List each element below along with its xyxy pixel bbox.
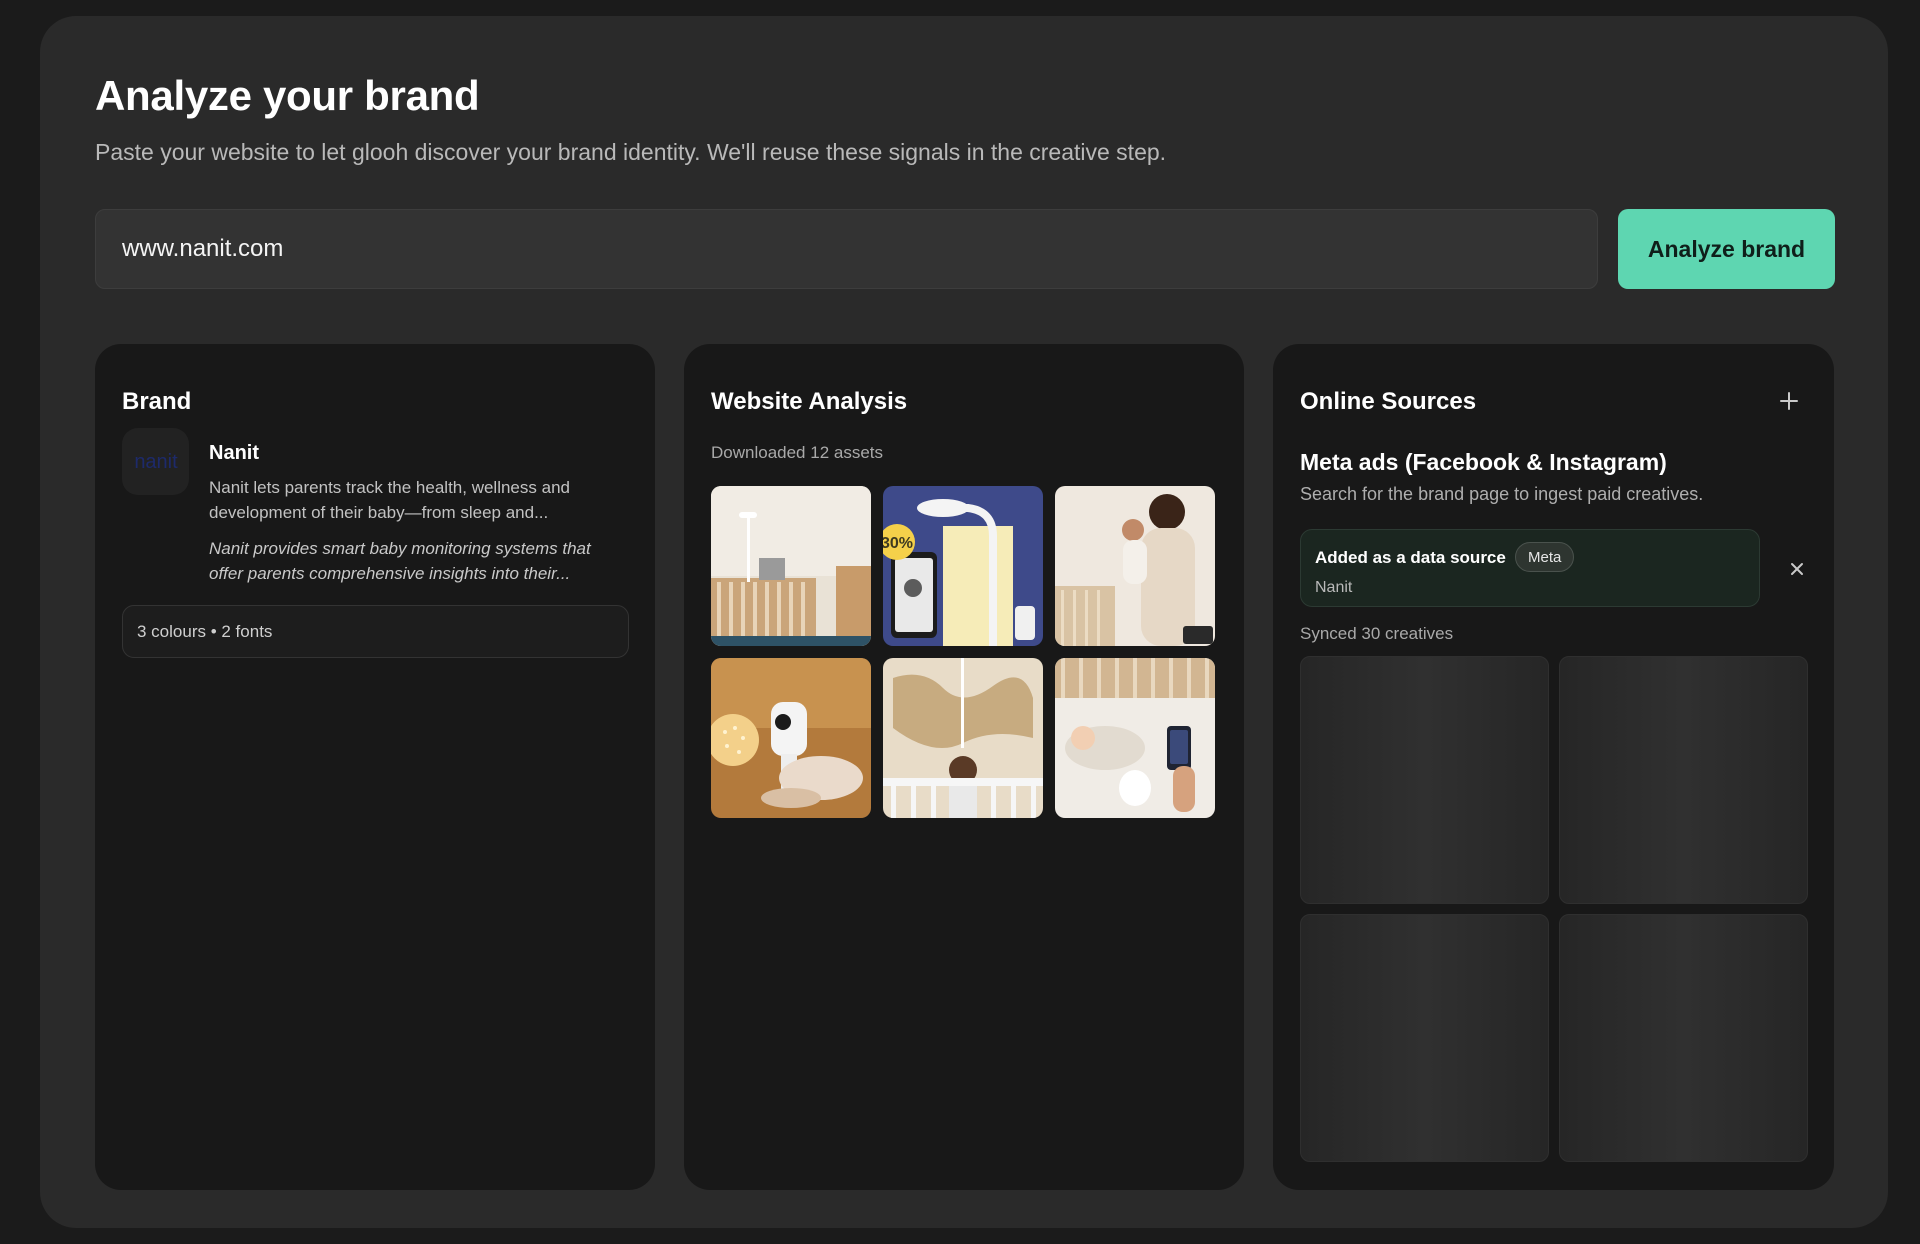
plus-icon bbox=[1780, 392, 1798, 410]
asset-thumbnail[interactable] bbox=[711, 658, 871, 818]
creative-placeholder[interactable] bbox=[1300, 914, 1549, 1162]
baby-in-crib-image bbox=[883, 658, 1043, 818]
creative-placeholder[interactable] bbox=[1559, 656, 1808, 904]
asset-grid: 30% bbox=[711, 486, 1215, 818]
nanit-logo-icon: nanit bbox=[134, 451, 178, 473]
nursery-crib-image bbox=[711, 486, 871, 646]
sleeping-baby-image bbox=[1055, 658, 1215, 818]
add-source-button[interactable] bbox=[1774, 386, 1804, 416]
page-subtitle: Paste your website to let glooh discover… bbox=[95, 139, 1167, 165]
data-source-name: Nanit bbox=[1315, 579, 1353, 596]
discount-badge-text: 30% bbox=[883, 535, 913, 552]
camera-night-light-image bbox=[711, 658, 871, 818]
meta-badge: Meta bbox=[1515, 542, 1575, 572]
meta-ads-subtitle: Search for the brand page to ingest paid… bbox=[1300, 484, 1704, 504]
close-icon bbox=[1791, 563, 1803, 575]
asset-thumbnail[interactable] bbox=[711, 486, 871, 646]
asset-thumbnail[interactable] bbox=[1055, 658, 1215, 818]
creative-placeholder[interactable] bbox=[1300, 656, 1549, 904]
asset-thumbnail[interactable] bbox=[883, 658, 1043, 818]
brand-logo-text: nanit bbox=[134, 451, 178, 473]
asset-thumbnail[interactable]: 30% bbox=[883, 486, 1043, 646]
brand-logo: nanit bbox=[122, 428, 189, 495]
parent-and-baby-image bbox=[1055, 486, 1215, 646]
website-analysis-panel: Website Analysis Downloaded 12 assets 30… bbox=[684, 344, 1244, 1190]
creative-grid bbox=[1300, 656, 1808, 1162]
synced-count: Synced 30 creatives bbox=[1300, 624, 1454, 643]
main-card: Analyze your brand Paste your website to… bbox=[40, 16, 1888, 1228]
camera-promo-image: 30% bbox=[883, 486, 1043, 646]
analyze-brand-button[interactable]: Analyze brand bbox=[1618, 209, 1835, 289]
brand-panel: Brand nanit Nanit Nanit lets parents tra… bbox=[95, 344, 655, 1190]
website-url-input[interactable] bbox=[95, 209, 1598, 289]
brand-stats-chip[interactable]: 3 colours • 2 fonts bbox=[122, 605, 629, 658]
creative-placeholder[interactable] bbox=[1559, 914, 1808, 1162]
brand-description: Nanit lets parents track the health, wel… bbox=[209, 478, 570, 522]
page-title: Analyze your brand bbox=[95, 72, 480, 119]
online-sources-title: Online Sources bbox=[1300, 388, 1477, 415]
remove-source-button[interactable] bbox=[1782, 554, 1812, 584]
assets-count: Downloaded 12 assets bbox=[711, 443, 884, 462]
data-source-card[interactable]: Added as a data source Meta Nanit bbox=[1300, 529, 1760, 607]
meta-ads-title: Meta ads (Facebook & Instagram) bbox=[1300, 449, 1667, 475]
data-source-label: Added as a data source bbox=[1315, 548, 1506, 567]
online-sources-panel: Online Sources Meta ads (Facebook & Inst… bbox=[1273, 344, 1834, 1190]
website-panel-title: Website Analysis bbox=[711, 388, 908, 415]
asset-thumbnail[interactable] bbox=[1055, 486, 1215, 646]
brand-summary: Nanit provides smart baby monitoring sys… bbox=[209, 539, 591, 583]
brand-panel-title: Brand bbox=[122, 388, 192, 415]
brand-name: Nanit bbox=[209, 442, 259, 464]
